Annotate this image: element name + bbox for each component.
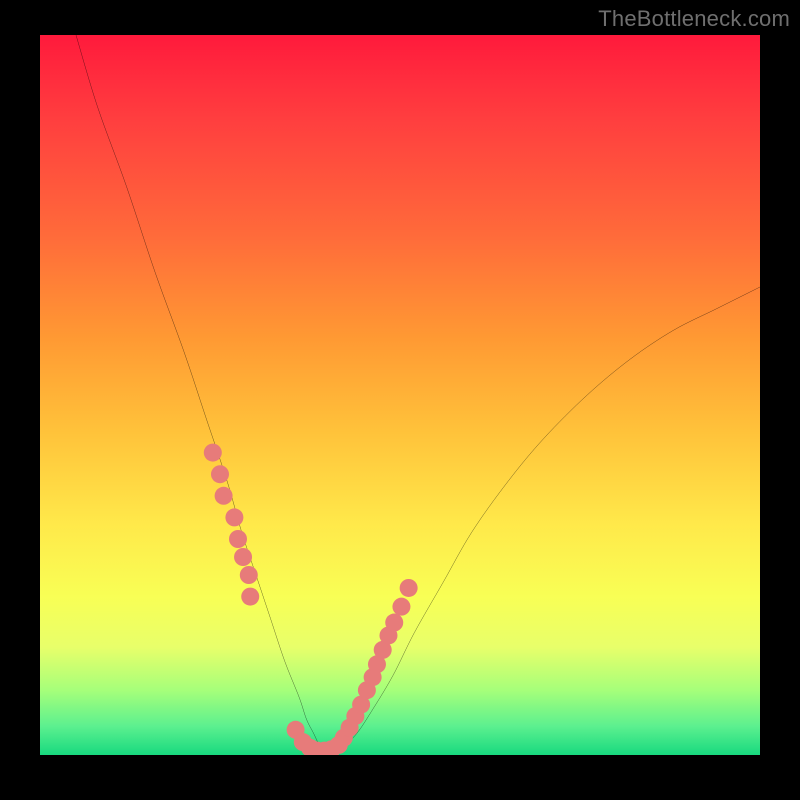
highlight-dot	[240, 566, 258, 584]
bottleneck-curve	[40, 35, 760, 755]
watermark-label: TheBottleneck.com	[598, 6, 790, 32]
highlight-dot	[211, 465, 229, 483]
plot-area	[40, 35, 760, 755]
highlight-dot	[204, 444, 222, 462]
highlight-dot	[241, 588, 259, 606]
highlight-dot	[234, 548, 252, 566]
highlight-dots	[204, 444, 418, 755]
chart-frame: TheBottleneck.com	[0, 0, 800, 800]
highlight-dot	[225, 508, 243, 526]
highlight-dot	[400, 579, 418, 597]
highlight-dot	[385, 614, 403, 632]
highlight-dot	[229, 530, 247, 548]
highlight-dot	[215, 487, 233, 505]
highlight-dot	[392, 598, 410, 616]
curve-path	[76, 35, 760, 755]
